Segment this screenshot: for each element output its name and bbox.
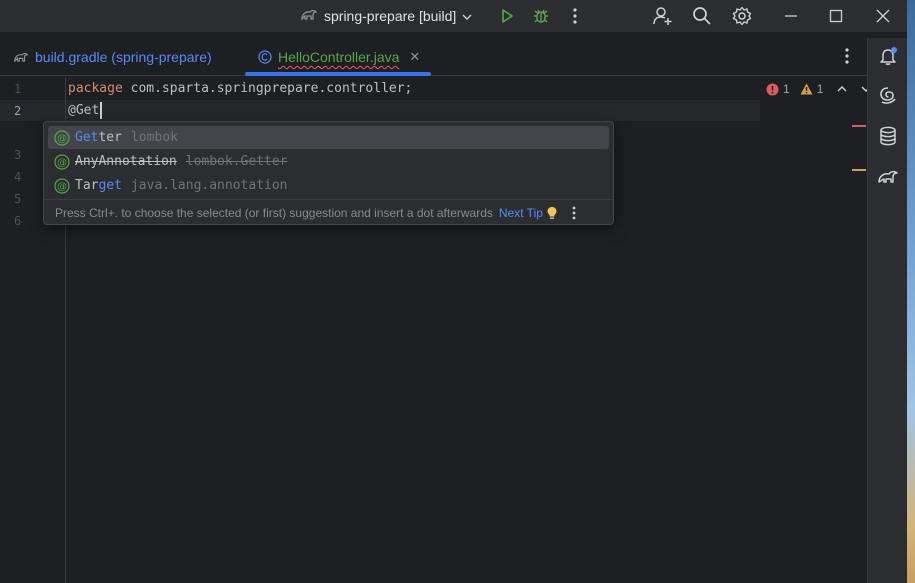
error-icon [766, 83, 779, 96]
minimize-icon[interactable] [780, 5, 802, 27]
annotation-icon: @ [54, 129, 70, 146]
run-config-label: spring-prepare [build] [324, 8, 457, 24]
code-line-2: @Get [68, 103, 100, 118]
package-name: com.sparta.springprepare.controller; [122, 81, 413, 96]
warning-icon [800, 83, 813, 95]
current-line-highlight [0, 100, 760, 121]
close-icon[interactable] [872, 5, 894, 27]
maximize-icon[interactable] [825, 5, 847, 27]
inspection-widget[interactable]: 1 1 [766, 82, 871, 96]
completion-match-text: Get [75, 130, 99, 145]
ai-assistant-icon[interactable] [877, 84, 899, 106]
code-completion-popup: @ Get ter lombok @ AnyAnnotation lombok.G… [43, 121, 614, 225]
completion-prefix-text: Tar [75, 178, 99, 193]
add-user-icon[interactable] [652, 5, 674, 27]
svg-text:@: @ [57, 157, 67, 168]
next-tip-link[interactable]: Next Tip [499, 206, 543, 220]
close-tab-icon[interactable]: ✕ [409, 49, 420, 65]
chevron-up-icon[interactable] [837, 85, 847, 93]
tab-hello-controller[interactable]: HelloController.java ✕ [258, 38, 420, 76]
gradle-icon [13, 51, 29, 64]
svg-text:@: @ [57, 181, 67, 192]
line-number: 3 [14, 148, 22, 162]
completion-location: lombok.Getter [185, 154, 288, 169]
database-icon[interactable] [877, 125, 899, 147]
completion-match-text: get [98, 178, 122, 193]
line-number: 1 [14, 82, 22, 96]
lightbulb-icon [546, 206, 558, 220]
run-configuration-selector[interactable]: spring-prepare [build] [300, 5, 472, 27]
line-number: 4 [14, 170, 22, 184]
chevron-down-icon [462, 8, 472, 24]
svg-text:@: @ [57, 133, 67, 144]
text-caret [100, 102, 102, 119]
completion-hint-text: Press Ctrl+. to choose the selected (or … [55, 205, 493, 220]
gradle-icon [300, 8, 318, 25]
notifications-icon[interactable] [877, 45, 899, 67]
completion-rest-text: ter [98, 130, 122, 145]
editor-tab-bar: build.gradle (spring-prepare) HelloContr… [0, 38, 867, 76]
settings-icon[interactable] [731, 5, 753, 27]
completion-item[interactable]: @ AnyAnnotation lombok.Getter [48, 150, 609, 173]
error-stripe-marker[interactable] [852, 125, 866, 127]
search-icon[interactable] [691, 5, 713, 27]
line-number: 5 [14, 192, 22, 206]
error-count: 1 [783, 82, 790, 96]
debug-icon[interactable] [530, 5, 552, 27]
right-tool-window-bar [867, 38, 907, 583]
completion-item[interactable]: @ Get ter lombok [48, 126, 609, 149]
tab-label: HelloController.java [278, 49, 400, 65]
completion-item[interactable]: @ Tar get java.lang.annotation [48, 174, 609, 197]
package-keyword: package [68, 81, 123, 96]
warning-stripe-marker[interactable] [852, 169, 866, 171]
more-icon[interactable] [564, 5, 586, 27]
code-line-1: package com.sparta.springprepare.control… [68, 81, 412, 96]
ide-window: spring-prepare [build] build.gradle (spr… [0, 0, 915, 583]
warning-count: 1 [816, 82, 824, 96]
gradle-elephant-icon[interactable] [877, 166, 899, 188]
completion-rest-text: AnyAnnotation [75, 154, 177, 169]
annotation-icon: @ [54, 153, 70, 170]
active-tab-indicator [245, 72, 431, 76]
tab-more-icon[interactable] [838, 45, 856, 67]
tab-build-gradle[interactable]: build.gradle (spring-prepare) [13, 38, 212, 76]
completion-location: lombok [130, 130, 178, 145]
more-options-icon[interactable] [572, 206, 576, 220]
desktop-background-edge [907, 0, 915, 583]
class-icon [258, 50, 272, 64]
line-number: 6 [14, 214, 22, 228]
run-icon[interactable] [496, 5, 518, 27]
annotation-icon: @ [54, 177, 70, 194]
line-number-current: 2 [14, 104, 22, 118]
completion-footer: Press Ctrl+. to choose the selected (or … [44, 199, 613, 225]
tab-label: build.gradle (spring-prepare) [35, 49, 212, 65]
title-bar: spring-prepare [build] [0, 0, 915, 32]
completion-location: java.lang.annotation [130, 178, 288, 193]
